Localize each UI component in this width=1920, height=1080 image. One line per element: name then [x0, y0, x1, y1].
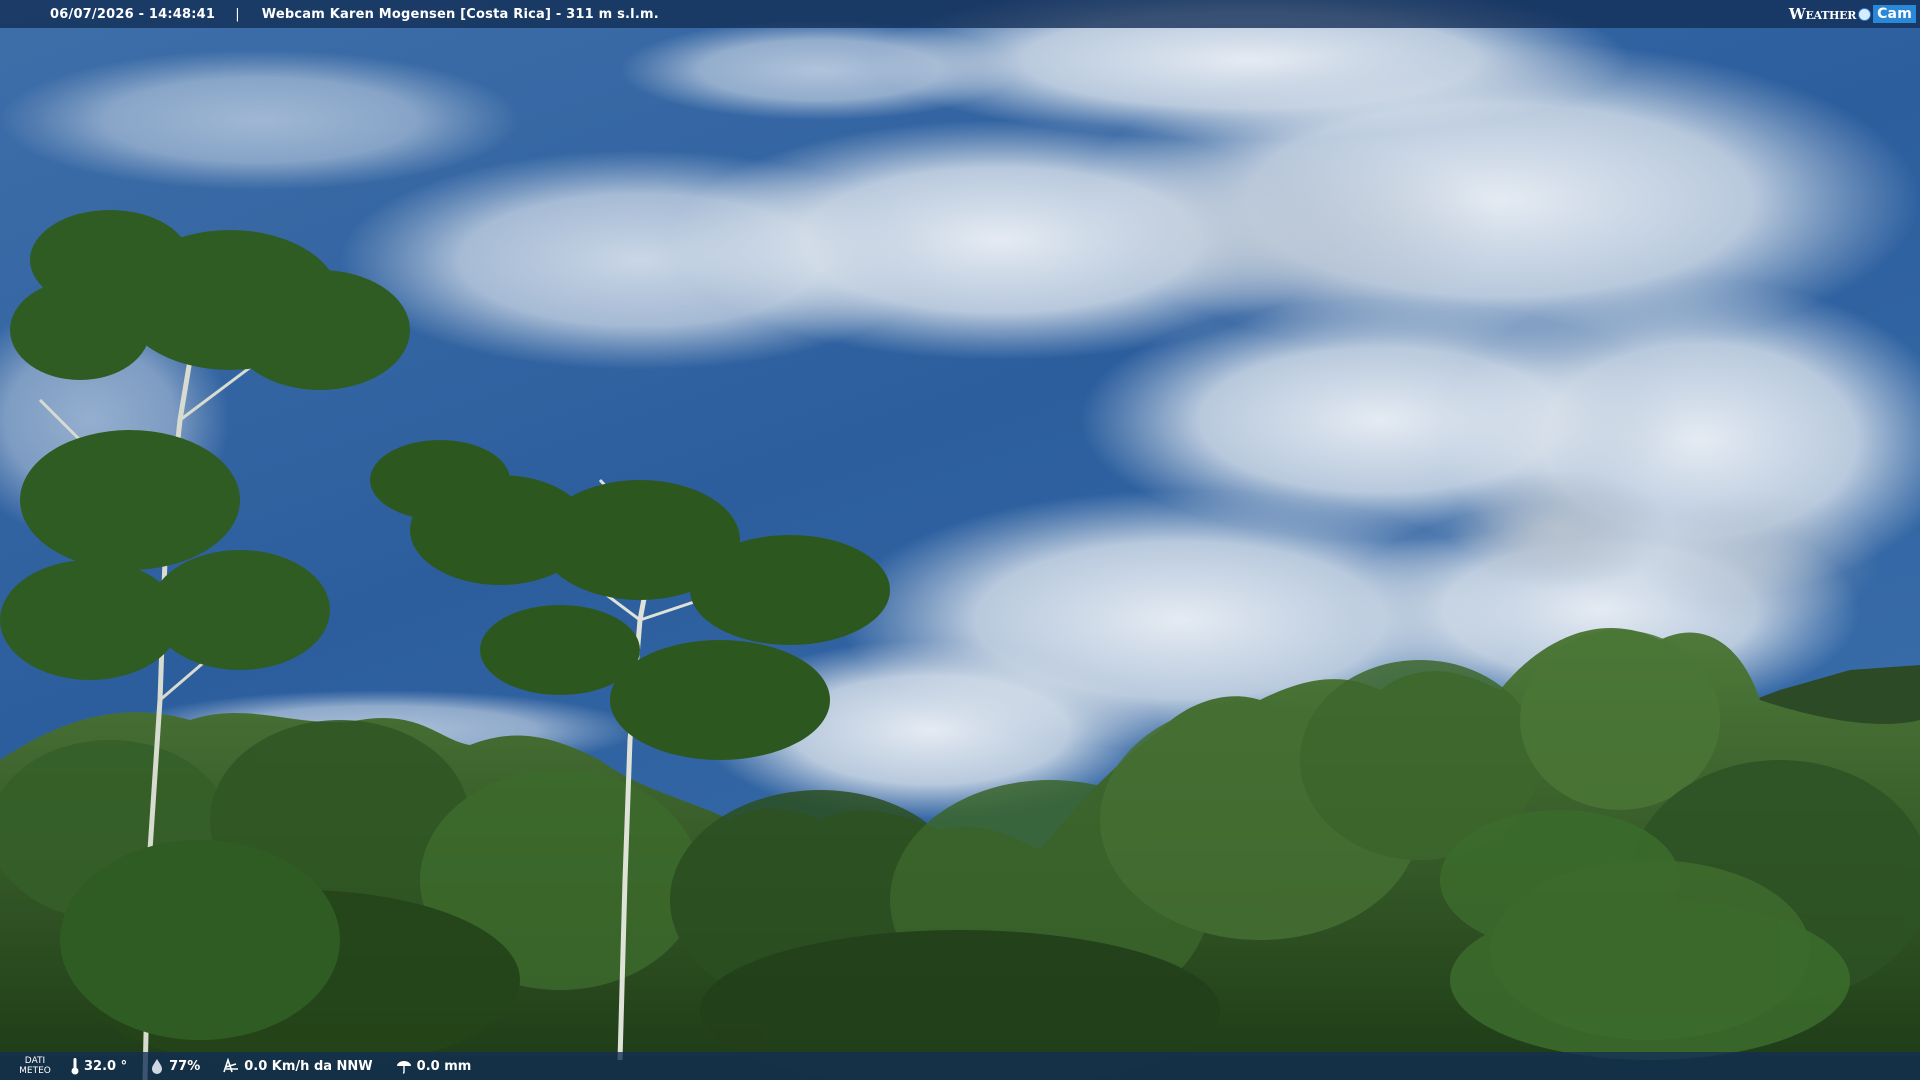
wind-icon: [223, 1058, 239, 1073]
webcam-location: Webcam Karen Mogensen [Costa Rica] - 311…: [261, 6, 659, 22]
humidity-value: 77%: [169, 1058, 201, 1074]
humidity-drop-icon: [152, 1059, 163, 1074]
temperature-reading: 32.0 °: [70, 1057, 127, 1075]
separator: |: [235, 6, 240, 22]
rain-value: 0.0 mm: [416, 1058, 472, 1074]
logo-word: Weather: [1788, 5, 1857, 23]
webcam-frame: 06/07/2026 - 14:48:41 | Webcam Karen Mog…: [0, 0, 1920, 1080]
thermometer-icon: [71, 1058, 79, 1075]
weathercam-logo[interactable]: Weather Cam: [1789, 2, 1916, 26]
bottom-weather-bar: DATI METEO 32.0 ° 77% 0.0 Km/h da NNW 0.…: [0, 1052, 1920, 1080]
rain-reading: 0.0 mm: [395, 1058, 472, 1074]
rain-icon: [396, 1061, 411, 1074]
wind-value: 0.0 Km/h da NNW: [244, 1058, 373, 1074]
wind-reading: 0.0 Km/h da NNW: [222, 1058, 373, 1074]
meteo-label: METEO: [19, 1066, 51, 1076]
temperature-value: 32.0 °: [84, 1058, 128, 1074]
timestamp: 06/07/2026 - 14:48:41: [50, 6, 216, 22]
dati-meteo-label: DATI METEO: [0, 1056, 70, 1076]
webcam-image: [0, 0, 1920, 1080]
top-info-bar: 06/07/2026 - 14:48:41 | Webcam Karen Mog…: [0, 0, 1920, 28]
logo-dot-icon: [1858, 7, 1872, 21]
humidity-reading: 77%: [149, 1058, 200, 1074]
dati-label: DATI: [24, 1056, 46, 1066]
logo-cam: Cam: [1873, 5, 1916, 23]
